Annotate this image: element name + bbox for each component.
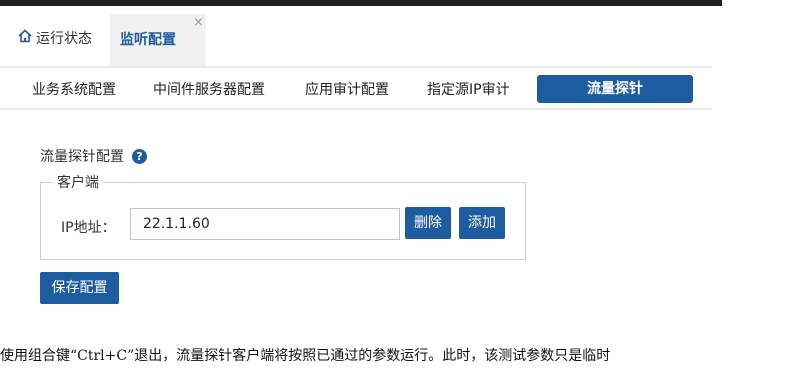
delete-button[interactable]: 删除 (405, 207, 451, 239)
tab-home-label: 运行状态 (36, 31, 92, 47)
subnav-source-ip-audit[interactable]: 指定源IP审计 (427, 79, 510, 99)
save-config-button[interactable]: 保存配置 (40, 272, 119, 304)
subnav-traffic-probe[interactable]: 流量探针 (537, 75, 693, 103)
close-icon[interactable]: × (193, 16, 204, 29)
caption-text: 使用组合键“Ctrl+C”退出，流量探针客户端将按照已通过的参数运行。此时，该测… (0, 348, 611, 364)
add-button[interactable]: 添加 (459, 207, 505, 239)
tab-listen-config-label: 监听配置 (120, 32, 176, 48)
home-icon (18, 29, 36, 47)
subnav-middleware-server[interactable]: 中间件服务器配置 (153, 79, 265, 99)
ip-address-label: IP地址： (61, 220, 116, 236)
tab-listen-config[interactable]: 监听配置 × (110, 14, 206, 66)
tab-home[interactable]: 运行状态 (18, 28, 92, 48)
section-title: 流量探针配置 ? (40, 146, 147, 166)
client-legend: 客户端 (53, 172, 103, 192)
section-title-label: 流量探针配置 (40, 149, 124, 165)
help-icon[interactable]: ? (132, 148, 147, 164)
ip-address-input[interactable] (130, 208, 400, 240)
client-fieldset: 客户端 IP地址： 删除 添加 (40, 172, 526, 260)
subnav-app-audit[interactable]: 应用审计配置 (305, 79, 389, 99)
subnav-business-system[interactable]: 业务系统配置 (32, 79, 116, 99)
tab-bar: 运行状态 监听配置 × (0, 6, 722, 66)
sub-navigation: 业务系统配置 中间件服务器配置 应用审计配置 指定源IP审计 流量探针 (0, 66, 712, 110)
